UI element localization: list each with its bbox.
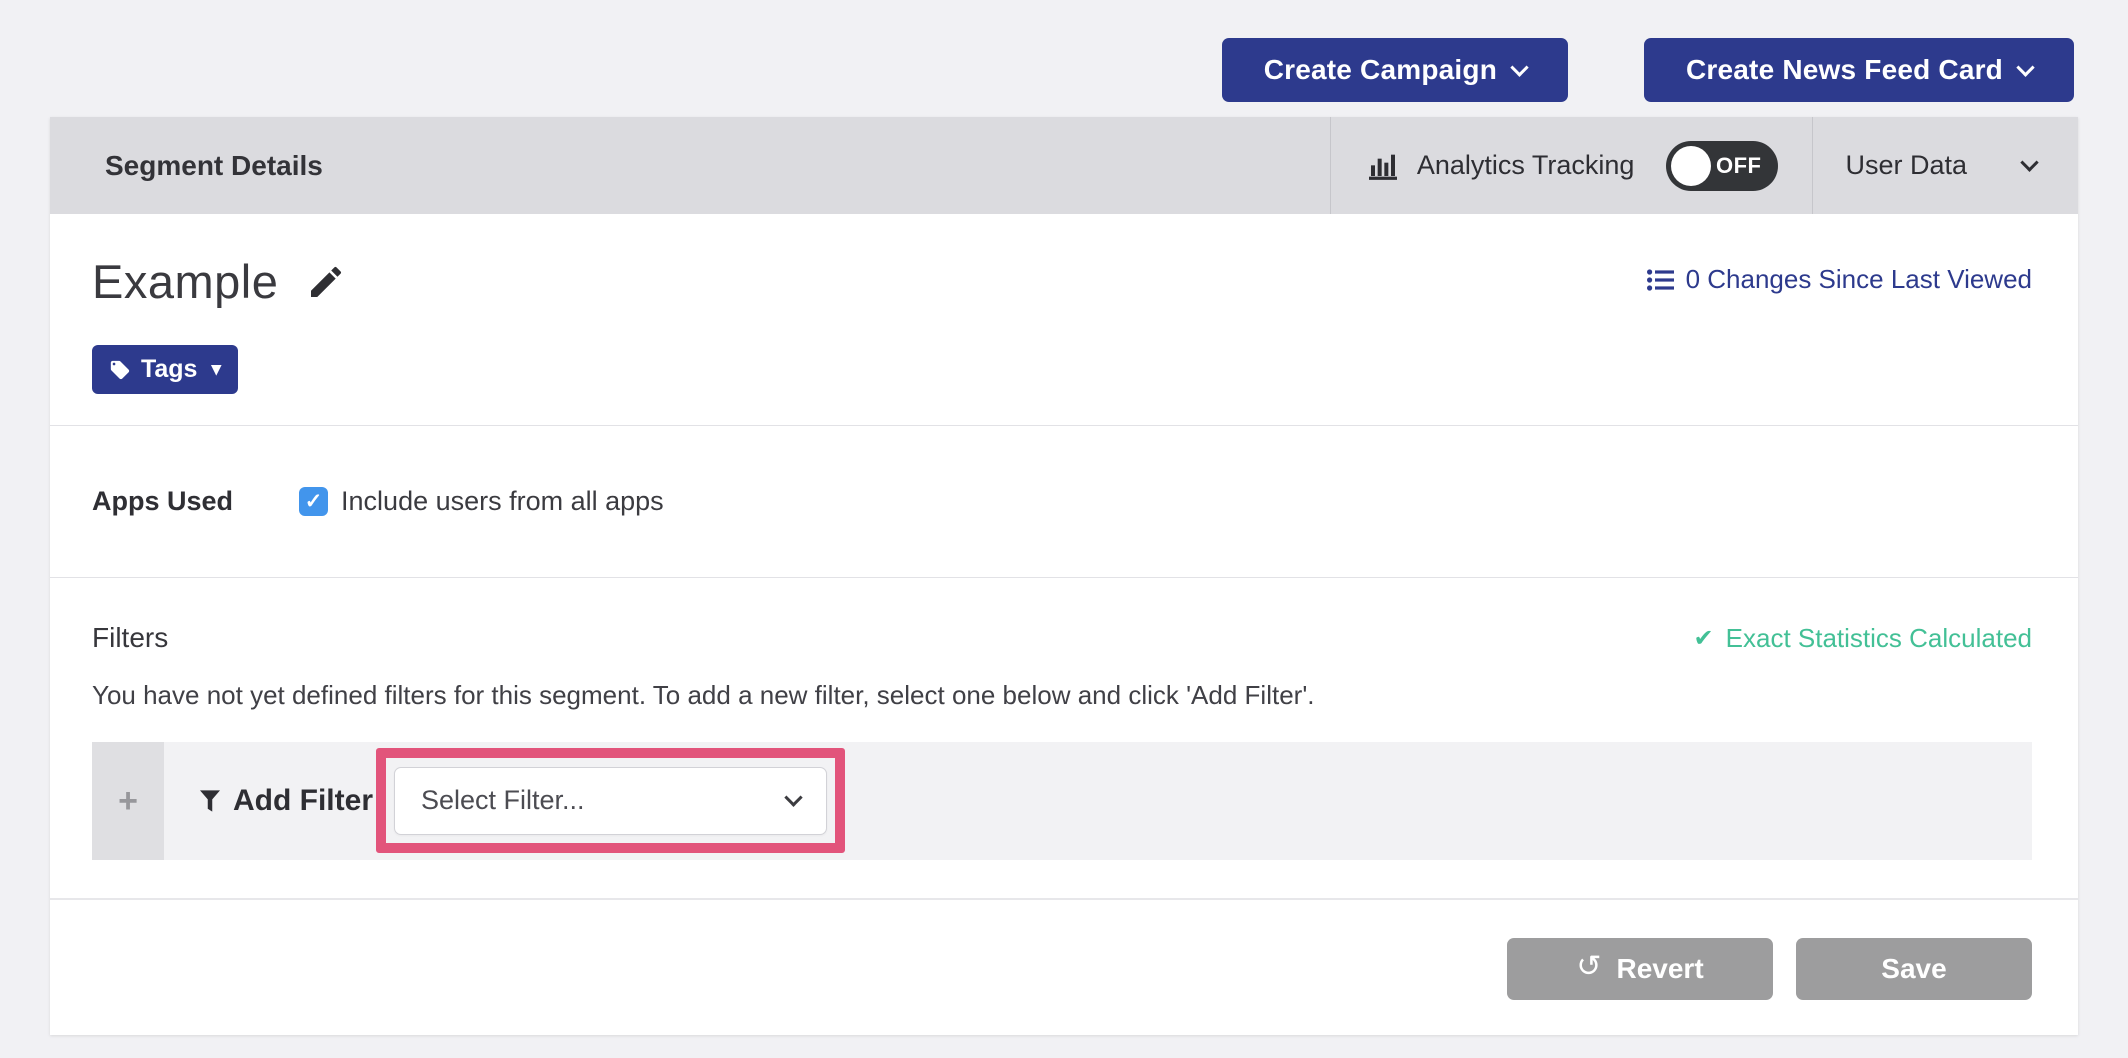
check-icon: ✔	[1694, 624, 1714, 653]
segment-name-heading: Example	[92, 254, 278, 309]
tags-button[interactable]: Tags ▾	[92, 345, 238, 394]
card-header: Segment Details Analytics Tracking OFF	[50, 117, 2078, 214]
page: Create Campaign Create News Feed Card Se…	[0, 0, 2128, 1058]
filters-section: Filters ✔ Exact Statistics Calculated Yo…	[50, 578, 2078, 898]
chevron-down-icon	[2016, 58, 2034, 76]
filters-empty-message: You have not yet defined filters for thi…	[92, 680, 2032, 711]
add-filter-row: + Add Filter Select Filter...	[92, 742, 2032, 860]
exact-statistics-label: Exact Statistics Calculated	[1726, 623, 2032, 654]
tags-button-label: Tags	[141, 355, 198, 384]
add-filter-label: Add Filter	[233, 784, 373, 818]
segment-name-section: Example Tags ▾	[50, 214, 2078, 425]
create-campaign-label: Create Campaign	[1264, 54, 1497, 86]
revert-button[interactable]: ↺ Revert	[1507, 938, 1773, 1000]
add-filter-button[interactable]: Add Filter	[200, 784, 373, 818]
create-campaign-button[interactable]: Create Campaign	[1222, 38, 1568, 102]
create-news-feed-label: Create News Feed Card	[1686, 54, 2003, 86]
annotation-highlight-box: Select Filter...	[376, 748, 845, 853]
revert-label: Revert	[1616, 953, 1703, 985]
segment-details-card: Segment Details Analytics Tracking OFF	[50, 117, 2078, 1035]
checkmark-icon: ✓	[305, 489, 323, 514]
list-icon	[1647, 269, 1674, 291]
analytics-tracking-toggle[interactable]: OFF	[1666, 141, 1778, 191]
pencil-icon	[306, 262, 346, 302]
caret-down-icon: ▾	[211, 358, 221, 381]
filters-heading: Filters	[92, 622, 168, 654]
chevron-down-icon	[2020, 153, 2038, 171]
chevron-down-icon	[784, 788, 802, 806]
include-all-apps-checkbox[interactable]: ✓	[299, 487, 328, 516]
apps-used-section: Apps Used ✓ Include users from all apps	[50, 426, 2078, 577]
top-action-bar: Create Campaign Create News Feed Card	[1222, 38, 2074, 102]
include-all-apps-label: Include users from all apps	[341, 486, 664, 517]
toggle-knob	[1671, 146, 1711, 186]
user-data-label: User Data	[1845, 150, 1967, 181]
analytics-tracking-label: Analytics Tracking	[1417, 150, 1635, 181]
undo-icon: ↺	[1576, 949, 1601, 984]
analytics-tracking: Analytics Tracking OFF	[1331, 117, 1813, 214]
exact-statistics-status: ✔ Exact Statistics Calculated	[1694, 623, 2032, 654]
card-footer: ↺ Revert Save	[50, 898, 2078, 1037]
plus-icon: +	[118, 782, 138, 821]
user-data-dropdown[interactable]: User Data	[1813, 117, 2078, 214]
filters-header: Filters ✔ Exact Statistics Calculated	[92, 622, 2032, 654]
tag-icon	[109, 359, 131, 381]
changes-since-last-viewed-link[interactable]: 0 Changes Since Last Viewed	[1647, 264, 2032, 295]
page-title: Segment Details	[105, 150, 323, 182]
save-button[interactable]: Save	[1796, 938, 2032, 1000]
bar-chart-icon	[1369, 152, 1401, 180]
add-filter-plus-button[interactable]: +	[92, 742, 164, 860]
apps-used-label: Apps Used	[92, 486, 233, 517]
save-label: Save	[1881, 953, 1946, 985]
chevron-down-icon	[1510, 58, 1528, 76]
select-filter-dropdown[interactable]: Select Filter...	[394, 767, 827, 835]
funnel-icon	[200, 790, 220, 812]
toggle-state-label: OFF	[1716, 153, 1762, 179]
create-news-feed-card-button[interactable]: Create News Feed Card	[1644, 38, 2074, 102]
card-header-right: Analytics Tracking OFF User Data	[1330, 117, 2078, 214]
select-filter-placeholder: Select Filter...	[421, 785, 585, 816]
changes-link-label: 0 Changes Since Last Viewed	[1686, 264, 2032, 295]
edit-name-button[interactable]	[306, 262, 346, 302]
